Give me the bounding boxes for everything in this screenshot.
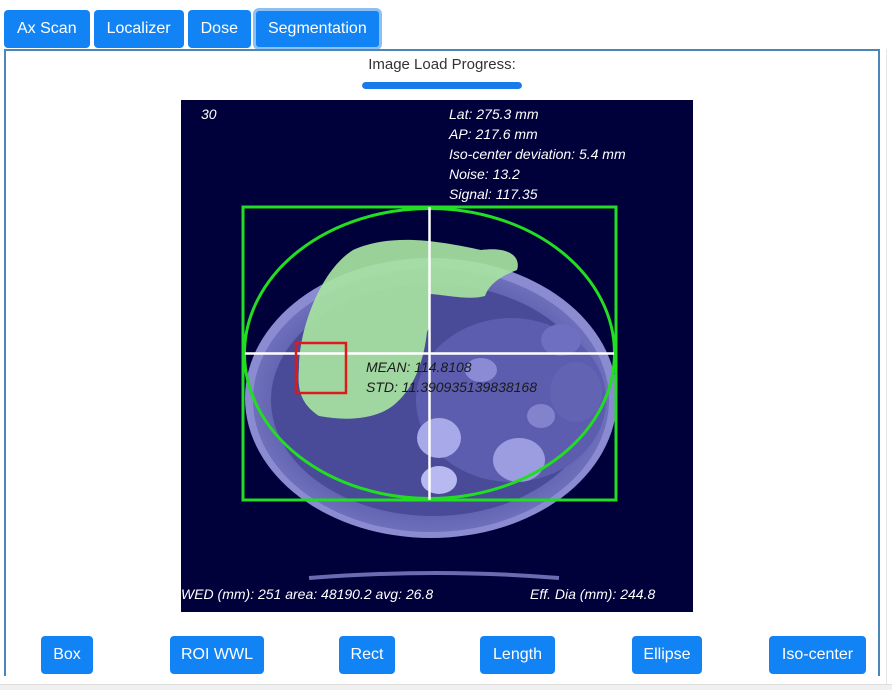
ellipse-tool-button[interactable]: Ellipse [632, 636, 702, 674]
progress-label: Image Load Progress: [368, 56, 516, 73]
image-load-progress-bar [362, 82, 522, 89]
tab-ax-scan[interactable]: Ax Scan [4, 10, 90, 48]
progress-fill [362, 82, 522, 89]
signal-readout: Signal: 117.35 [449, 186, 538, 202]
slice-number: 30 [201, 106, 217, 122]
ct-image [241, 205, 618, 580]
length-tool-button[interactable]: Length [480, 636, 555, 674]
eff-dia-readout: Eff. Dia (mm): 244.8 [530, 586, 656, 602]
rect-tool-button[interactable]: Rect [339, 636, 395, 674]
ct-table-arc [308, 571, 560, 580]
spine [417, 418, 461, 458]
ap-readout: AP: 217.6 mm [449, 126, 538, 142]
tab-localizer[interactable]: Localizer [93, 10, 184, 48]
roi-std-readout: STD: 11.390935139838168 [366, 379, 537, 395]
ct-image-viewer[interactable]: 30 Lat: 275.3 mm AP: 217.6 mm Iso-center… [181, 100, 693, 612]
tab-bar: Ax Scan Localizer Dose Segmentation [4, 8, 382, 50]
roi-wwl-tool-button[interactable]: ROI WWL [170, 636, 264, 674]
bottom-divider [0, 684, 892, 690]
tab-dose[interactable]: Dose [187, 10, 251, 48]
box-tool-button[interactable]: Box [41, 636, 93, 674]
scrollbar-edge [886, 49, 892, 690]
kidney-left [493, 438, 545, 482]
roi-mean-readout: MEAN: 114.8108 [366, 359, 472, 375]
noise-readout: Noise: 13.2 [449, 166, 520, 182]
tab-segmentation[interactable]: Segmentation [252, 8, 382, 50]
wed-readout: WED (mm): 251 area: 48190.2 avg: 26.8 [181, 586, 434, 602]
tool-bar: Box ROI WWL Rect Length Ellipse Iso-cent… [0, 636, 892, 674]
iso-center-tool-button[interactable]: Iso-center [769, 636, 866, 674]
iso-deviation-readout: Iso-center deviation: 5.4 mm [449, 146, 626, 162]
lat-readout: Lat: 275.3 mm [449, 106, 539, 122]
